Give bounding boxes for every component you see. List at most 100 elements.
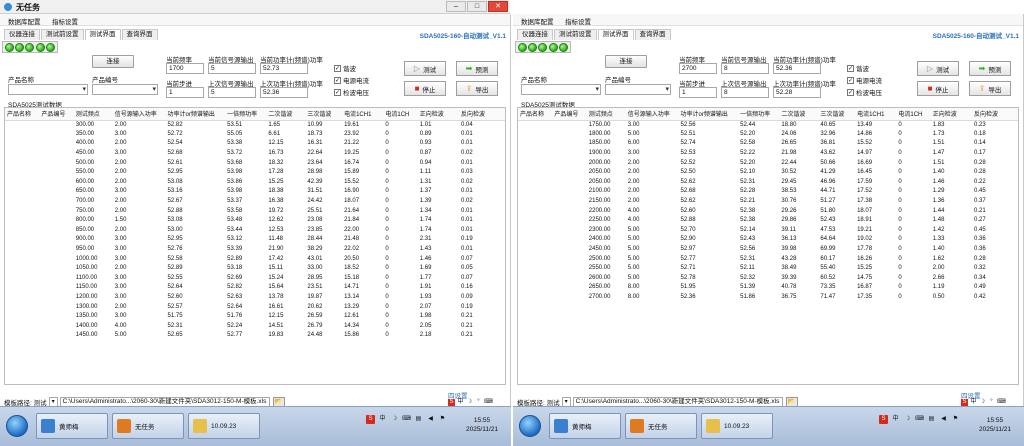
- tab-test[interactable]: 测试界面: [84, 29, 121, 40]
- column-header[interactable]: 一倍频功率: [738, 108, 780, 121]
- connect-button[interactable]: 连接: [605, 55, 647, 68]
- taskbar-item-user[interactable]: 黄师梅: [36, 413, 108, 439]
- taskbar-item-user[interactable]: 黄师梅: [549, 413, 621, 439]
- start-orb[interactable]: [6, 415, 28, 437]
- table-row[interactable]: 2400.00 5.00 52.90 52.43 36.13 64.64 19.02 0 1.3…: [518, 235, 1018, 245]
- menu-item-metrics[interactable]: 指标设置: [565, 16, 591, 26]
- menu-item-database[interactable]: 数据库配置: [521, 16, 554, 26]
- flag-icon[interactable]: ⚑: [951, 415, 960, 424]
- column-header[interactable]: 电流1CH: [896, 108, 931, 121]
- ime-lang-icon[interactable]: 中: [378, 415, 387, 424]
- detector-checkbox[interactable]: ✓ 检波电压: [847, 87, 882, 97]
- column-header[interactable]: 产品编号: [39, 108, 74, 121]
- column-header[interactable]: 测试频点: [586, 108, 626, 121]
- table-row[interactable]: 2100.00 2.00 52.68 52.28 38.53 44.71 17.52 0 1.2…: [518, 187, 1018, 197]
- data-grid[interactable]: 产品名称 产品编号 测试频点 信号源输入功率 功率计or频谱输出 一倍频功率 二次谐波 三次谐…: [4, 107, 506, 385]
- ime-lang-icon[interactable]: 中: [457, 399, 464, 406]
- column-header[interactable]: 电流1CH1: [855, 108, 897, 121]
- start-orb[interactable]: [519, 415, 541, 437]
- tab-instrument[interactable]: 仪器连接: [4, 29, 40, 40]
- table-row[interactable]: 2550.00 5.00 52.71 52.11 38.49 55.40 15.25 0 2.0…: [518, 264, 1018, 274]
- ime-moon-icon[interactable]: ☽: [390, 415, 399, 424]
- ime-keyboard-icon[interactable]: ⌨: [997, 399, 1006, 406]
- table-row[interactable]: 1300.00 2.00 52.57 52.64 16.61 20.62 13.29 0 2.0…: [5, 302, 505, 312]
- table-row[interactable]: 1150.00 3.00 52.64 52.82 15.64 23.51 14.71 0 1.9…: [5, 283, 505, 293]
- ime-logo-icon[interactable]: S: [448, 399, 455, 406]
- ime-keyboard-icon[interactable]: ⌨: [484, 399, 493, 406]
- table-row[interactable]: 900.00 3.00 52.95 53.12 11.48 28.44 21.48 0 2.31…: [5, 235, 505, 245]
- menu-item-metrics[interactable]: 指标设置: [52, 16, 78, 26]
- column-header[interactable]: 信号源输入功率: [112, 108, 166, 121]
- table-row[interactable]: 2200.00 4.00 52.60 52.38 29.26 51.80 18.07 0 1.4…: [518, 206, 1018, 216]
- column-header[interactable]: 电流1CH: [383, 108, 418, 121]
- table-row[interactable]: 2300.00 5.00 52.70 52.14 39.11 47.53 19.21 0 1.4…: [518, 226, 1018, 236]
- product-name-select[interactable]: [521, 84, 601, 95]
- column-header[interactable]: 三次谐波: [818, 108, 856, 121]
- ime-moon-icon[interactable]: ☽: [979, 399, 986, 406]
- tab-instrument[interactable]: 仪器连接: [517, 29, 553, 40]
- table-row[interactable]: 2450.00 5.00 52.97 52.56 39.98 69.99 17.78 0 1.4…: [518, 245, 1018, 255]
- ime-keyboard-icon[interactable]: ⌨: [402, 415, 411, 424]
- table-row[interactable]: 2000.00 2.00 52.52 52.20 22.44 50.66 16.69 0 1.5…: [518, 158, 1018, 168]
- harmonic-checkbox[interactable]: ✓ 谐波: [847, 63, 869, 73]
- current-checkbox[interactable]: ✓ 电源电流: [334, 75, 369, 85]
- table-row[interactable]: 400.00 2.00 52.54 53.38 12.15 16.31 21.22 0 0.93…: [5, 139, 505, 149]
- table-row[interactable]: 950.00 3.00 52.76 53.39 21.90 38.29 22.02 0 1.43…: [5, 245, 505, 255]
- ime-dot-icon[interactable]: °: [988, 399, 995, 406]
- column-header[interactable]: 二次谐波: [266, 108, 306, 121]
- volume-icon[interactable]: ◀: [939, 415, 948, 424]
- connect-button[interactable]: 连接: [92, 55, 134, 68]
- taskbar-item-app[interactable]: 无任务: [112, 413, 184, 439]
- taskbar-item-app[interactable]: 无任务: [625, 413, 697, 439]
- table-row[interactable]: 350.00 3.00 52.72 55.05 6.61 18.73 23.92 0 0.89 0…: [5, 130, 505, 140]
- table-row[interactable]: 300.00 2.00 52.82 53.51 1.65 10.99 19.61 0 1.01 0…: [5, 120, 505, 130]
- table-row[interactable]: 2050.00 2.00 52.62 52.31 29.45 46.96 17.59 0 1.4…: [518, 178, 1018, 188]
- column-header[interactable]: 二次谐波: [779, 108, 819, 121]
- clock[interactable]: 15:55 2025/11/21: [975, 416, 1015, 434]
- column-header[interactable]: 测试频点: [73, 108, 113, 121]
- column-header[interactable]: 功率计or频谱输出: [678, 108, 739, 121]
- data-grid[interactable]: 产品名称 产品编号 测试频点 信号源输入功率 功率计or频谱输出 一倍频功率 二次谐波 三次谐…: [517, 107, 1019, 385]
- product-code-select[interactable]: [92, 84, 158, 95]
- column-header[interactable]: 信号源输入功率: [625, 108, 679, 121]
- product-name-select[interactable]: [8, 84, 88, 95]
- network-icon[interactable]: ▤: [927, 415, 936, 424]
- table-row[interactable]: 450.00 3.00 52.68 53.72 16.73 22.64 19.25 0 0.87…: [5, 149, 505, 159]
- tab-query[interactable]: 查询界面: [121, 29, 158, 40]
- table-row[interactable]: 1200.00 3.00 52.60 52.63 13.78 19.87 13.14 0 1.9…: [5, 293, 505, 303]
- ime-lang-icon[interactable]: 中: [970, 399, 977, 406]
- maximize-button[interactable]: □: [467, 1, 487, 12]
- column-header[interactable]: 正向检波: [930, 108, 973, 121]
- volume-icon[interactable]: ◀: [426, 415, 435, 424]
- column-header[interactable]: 产品编号: [552, 108, 587, 121]
- ime-dot-icon[interactable]: °: [475, 399, 482, 406]
- ime-moon-icon[interactable]: ☽: [903, 415, 912, 424]
- table-row[interactable]: 850.00 2.00 53.00 53.44 12.53 23.85 22.00 0 1.74…: [5, 226, 505, 236]
- table-row[interactable]: 1350.00 3.00 51.75 51.76 12.15 26.59 12.61 0 1.9…: [5, 312, 505, 322]
- tab-test[interactable]: 测试界面: [597, 29, 634, 40]
- menu-item-database[interactable]: 数据库配置: [8, 16, 41, 26]
- clock[interactable]: 15:55 2025/11/21: [462, 416, 502, 434]
- column-header[interactable]: 功率计or频谱输出: [165, 108, 226, 121]
- test-button[interactable]: ▷ 测试: [917, 61, 959, 76]
- predict-button[interactable]: ➡ 预测: [456, 61, 498, 76]
- table-row[interactable]: 1900.00 3.00 52.53 52.22 21.98 43.62 14.97 0 1.4…: [518, 149, 1018, 159]
- ime-lang-icon[interactable]: 中: [891, 415, 900, 424]
- table-row[interactable]: 650.00 3.00 53.16 53.98 18.38 31.51 16.90 0 1.37…: [5, 187, 505, 197]
- export-button[interactable]: ⇪ 导出: [969, 81, 1011, 96]
- table-row[interactable]: 2250.00 4.00 52.88 52.38 29.86 52.43 18.91 0 1.4…: [518, 216, 1018, 226]
- table-row[interactable]: 1850.00 6.00 52.74 52.58 26.65 36.81 15.52 0 1.5…: [518, 139, 1018, 149]
- stop-button[interactable]: ■ 停止: [404, 81, 446, 96]
- ime-keyboard-icon[interactable]: ⌨: [915, 415, 924, 424]
- predict-button[interactable]: ➡ 预测: [969, 61, 1011, 76]
- close-button[interactable]: ✕: [488, 1, 508, 12]
- column-header[interactable]: 正向检波: [417, 108, 460, 121]
- table-row[interactable]: 2150.00 2.00 52.62 52.21 30.76 51.27 17.38 0 1.3…: [518, 197, 1018, 207]
- flag-icon[interactable]: ⚑: [438, 415, 447, 424]
- current-checkbox[interactable]: ✓ 电源电流: [847, 75, 882, 85]
- ime-logo-icon[interactable]: S: [366, 415, 375, 424]
- detector-checkbox[interactable]: ✓ 检波电压: [334, 87, 369, 97]
- table-row[interactable]: 1750.00 3.00 52.56 52.44 18.80 40.65 13.49 0 1.8…: [518, 120, 1018, 130]
- column-header[interactable]: 反向检波: [972, 108, 1018, 121]
- table-row[interactable]: 1100.00 3.00 52.55 52.69 15.24 28.95 15.18 0 1.7…: [5, 274, 505, 284]
